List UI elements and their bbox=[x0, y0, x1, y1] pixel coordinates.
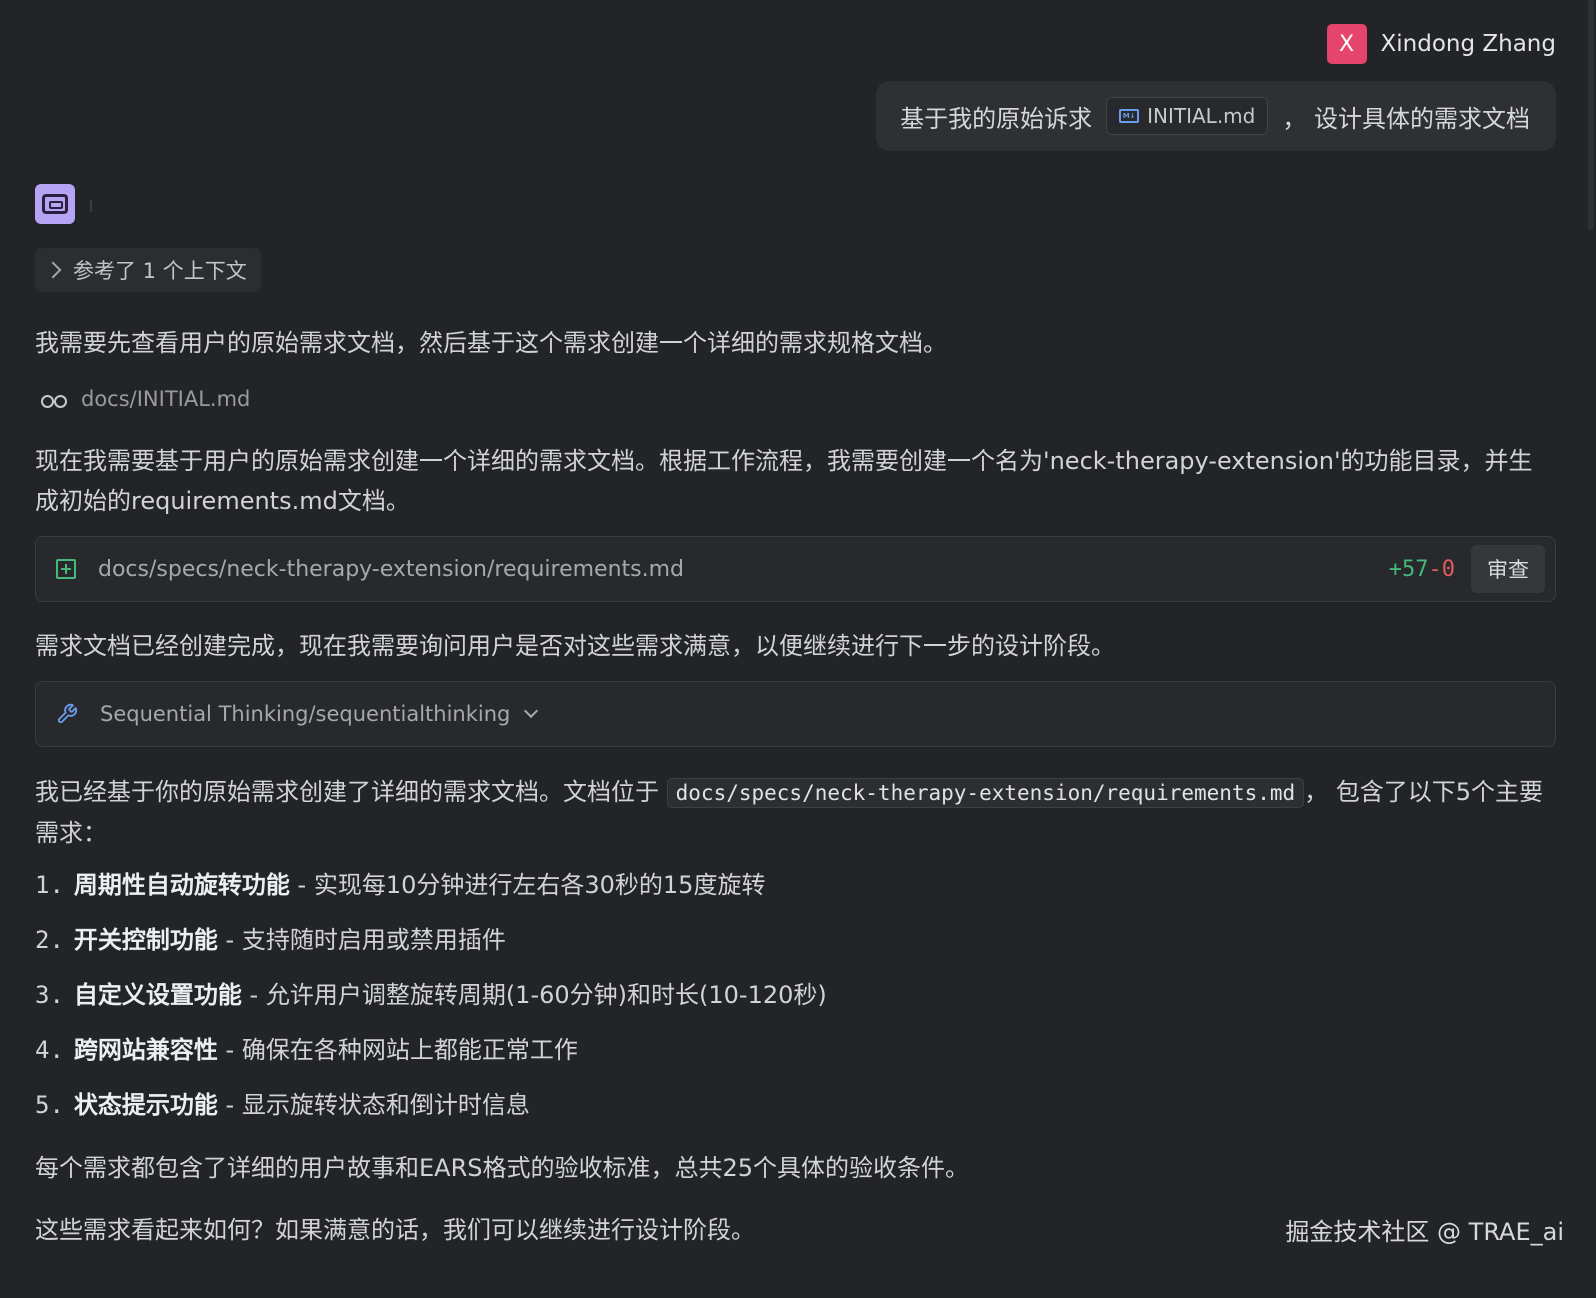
requirement-desc: - 显示旋转状态和倒计时信息 bbox=[217, 1091, 530, 1119]
wrench-icon bbox=[57, 703, 78, 724]
requirement-title: 开关控制功能 bbox=[73, 926, 218, 954]
requirement-number: 5. bbox=[35, 1091, 64, 1119]
requirement-number: 4. bbox=[35, 1036, 64, 1064]
requirement-desc: - 实现每10分钟进行左右各30秒的15度旋转 bbox=[289, 871, 766, 899]
user-name: Xindong Zhang bbox=[1380, 31, 1557, 57]
requirement-number: 1. bbox=[35, 871, 64, 899]
file-reference-chip[interactable]: M↓ INITIAL.md bbox=[1106, 97, 1269, 135]
context-toggle[interactable]: 参考了 1 个上下文 bbox=[35, 248, 261, 292]
summary-text-before: 我已经基于你的原始需求创建了详细的需求文档。文档位于 bbox=[35, 778, 667, 806]
requirement-desc: - 支持随时启用或禁用插件 bbox=[217, 926, 506, 954]
file-add-icon bbox=[56, 559, 76, 579]
chevron-down-icon[interactable] bbox=[524, 703, 539, 719]
inline-code-path: docs/specs/neck-therapy-extension/requir… bbox=[666, 778, 1305, 808]
cursor-indicator bbox=[90, 200, 92, 212]
lines-added: +57 bbox=[1388, 556, 1429, 582]
assistant-paragraph: 现在我需要基于用户的原始需求创建一个详细的需求文档。根据工作流程，我需要创建一个… bbox=[35, 447, 1533, 515]
requirement-title: 状态提示功能 bbox=[73, 1091, 218, 1119]
chevron-right-icon bbox=[44, 261, 62, 279]
user-header: X Xindong Zhang bbox=[1326, 24, 1557, 64]
user-avatar: X bbox=[1326, 24, 1367, 64]
assistant-paragraph: 我已经基于你的原始需求创建了详细的需求文档。文档位于 docs/specs/ne… bbox=[35, 772, 1556, 853]
tool-call-label: Sequential Thinking/sequentialthinking bbox=[100, 702, 511, 726]
requirement-item: 3. 自定义设置功能 - 允许用户调整旋转周期(1-60分钟)和时长(10-120… bbox=[35, 975, 827, 1015]
prompt-text-before: 基于我的原始诉求 bbox=[900, 104, 1093, 133]
scrollbar[interactable] bbox=[1588, 0, 1594, 230]
file-change-card[interactable]: docs/specs/neck-therapy-extension/requir… bbox=[35, 536, 1556, 602]
requirement-item: 2. 开关控制功能 - 支持随时启用或禁用插件 bbox=[35, 920, 506, 960]
file-change-path[interactable]: docs/specs/neck-therapy-extension/requir… bbox=[98, 557, 1389, 582]
requirement-item: 4. 跨网站兼容性 - 确保在各种网站上都能正常工作 bbox=[35, 1030, 578, 1070]
requirement-item: 5. 状态提示功能 - 显示旋转状态和倒计时信息 bbox=[35, 1085, 530, 1125]
read-file-path: docs/INITIAL.md bbox=[81, 387, 251, 411]
glasses-icon bbox=[41, 393, 67, 408]
watermark: 掘金技术社区 @ TRAE_ai bbox=[1285, 1218, 1564, 1246]
requirement-title: 周期性自动旋转功能 bbox=[73, 871, 290, 899]
context-label: 参考了 1 个上下文 bbox=[73, 259, 247, 283]
requirement-desc: - 确保在各种网站上都能正常工作 bbox=[217, 1036, 578, 1064]
assistant-paragraph: 这些需求看起来如何？如果满意的话，我们可以继续进行设计阶段。 bbox=[35, 1216, 755, 1244]
requirement-title: 跨网站兼容性 bbox=[73, 1036, 218, 1064]
prompt-text-after: ， 设计具体的需求文档 bbox=[1282, 104, 1530, 133]
read-file-step[interactable]: docs/INITIAL.md bbox=[41, 387, 250, 411]
assistant-paragraph: 我需要先查看用户的原始需求文档，然后基于这个需求创建一个详细的需求规格文档。 bbox=[35, 329, 947, 357]
bot-avatar-icon bbox=[35, 184, 75, 224]
lines-removed: -0 bbox=[1428, 556, 1456, 582]
assistant-paragraph: 每个需求都包含了详细的用户故事和EARS格式的验收标准，总共25个具体的验收条件… bbox=[35, 1154, 970, 1182]
md-file-icon: M↓ bbox=[1119, 109, 1140, 123]
requirement-number: 3. bbox=[35, 981, 64, 1009]
requirement-number: 2. bbox=[35, 926, 64, 954]
review-button[interactable]: 审查 bbox=[1471, 545, 1545, 593]
requirement-title: 自定义设置功能 bbox=[73, 981, 242, 1009]
tool-call-card[interactable]: Sequential Thinking/sequentialthinking bbox=[35, 681, 1556, 747]
file-reference-label: INITIAL.md bbox=[1147, 104, 1256, 128]
requirement-item: 1. 周期性自动旋转功能 - 实现每10分钟进行左右各30秒的15度旋转 bbox=[35, 865, 765, 905]
user-message-bubble: 基于我的原始诉求 M↓ INITIAL.md ， 设计具体的需求文档 bbox=[876, 81, 1556, 151]
assistant-paragraph: 需求文档已经创建完成，现在我需要询问用户是否对这些需求满意，以便继续进行下一步的… bbox=[35, 632, 1115, 660]
requirement-desc: - 允许用户调整旋转周期(1-60分钟)和时长(10-120秒) bbox=[241, 981, 827, 1009]
